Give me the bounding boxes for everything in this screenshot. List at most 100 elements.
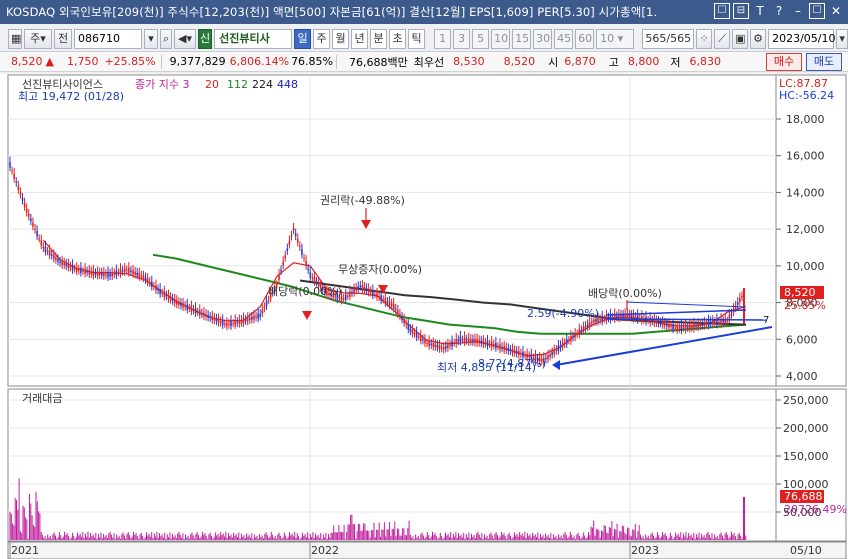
all-button[interactable]: 전 [54,28,72,49]
candle-body [688,324,691,329]
candle-body [82,270,84,272]
window-icon[interactable]: ☐ [714,3,730,19]
candle-body [161,292,164,294]
period-tick[interactable]: 틱 [408,28,426,49]
period-week[interactable]: 주 [313,28,331,49]
hc-label: HC:-56.24 [779,89,834,102]
minimize-icon[interactable]: – [790,3,806,19]
interval-30[interactable]: 30 [533,28,553,49]
price-tag: 8,520 [784,286,816,299]
candle-body [55,257,57,260]
period-menu[interactable]: 주▾ [24,28,52,49]
interval-60[interactable]: 60 [575,28,595,49]
code-input[interactable]: 086710 [74,28,142,49]
period-second[interactable]: 초 [389,28,407,49]
candle-body [286,248,289,252]
calendar-icon[interactable]: ▾ [836,28,848,49]
candle-body [497,346,499,348]
candle-body [563,342,566,345]
candle-body [194,308,197,314]
maximize-icon[interactable]: ☐ [809,3,825,19]
candle-body [198,310,201,316]
candle-body [588,322,591,327]
candle-body [392,303,395,309]
candle-body [90,271,93,275]
code-dropdown-icon[interactable]: ▾ [143,28,158,49]
period-minute[interactable]: 분 [370,28,388,49]
grid-icon[interactable]: ▦ [8,28,22,49]
search-icon[interactable]: ⌕ [159,28,172,49]
candle-body [186,304,189,310]
candle-body [244,319,247,321]
interval-1[interactable]: 1 [434,28,452,49]
candle-body [128,267,130,274]
candle-body [230,321,232,327]
candle-body [249,317,251,321]
candle-body [467,338,470,343]
candle-body [661,321,664,326]
annotation-rights: 권리락(-49.88%) [320,194,405,207]
candle-body [357,286,360,289]
candle-body [234,320,237,326]
split-icon[interactable]: ⊟ [733,3,749,19]
stock-chart[interactable]: 선진뷰티사이언스 종가 지수 3 20 112 224 448 최고 19,47… [0,74,848,559]
candle-body [628,314,631,318]
high-price: 8,800 [627,55,660,68]
candle-body [25,208,28,213]
candle-body [351,291,353,294]
candle-body [117,272,120,274]
grid-settings-icon[interactable]: ⁘ [696,28,713,49]
period-day[interactable]: 일 [294,28,312,49]
candle-body [453,342,455,344]
count-input[interactable]: 565/565 [642,28,695,49]
candle-body [438,345,441,350]
settings-icon[interactable]: ⚙ [750,28,767,49]
candle-body [205,314,207,317]
buy-button[interactable]: 매수 [766,53,802,71]
candle-body [634,316,637,318]
candle-body [572,336,574,338]
close-icon[interactable]: ✕ [828,3,844,19]
volume-tag2: 20726.49% [784,503,847,516]
candle-body [415,332,418,338]
candle-body [647,320,649,322]
interval-5[interactable]: 5 [472,28,490,49]
sell-button[interactable]: 매도 [806,53,842,71]
chart-area[interactable]: 선진뷰티사이언스 종가 지수 3 20 112 224 448 최고 19,47… [0,74,848,559]
interval-10[interactable]: 10 [491,28,511,49]
x-label-2022: 2022 [311,544,339,557]
volume: 9,377,829 [169,55,226,68]
max-label: 최고 19,472 (01/28) [18,90,124,103]
candle-body [599,318,601,321]
candle-body [369,291,372,293]
period-month[interactable]: 월 [332,28,350,49]
candle-body [190,306,193,312]
help-icon[interactable]: ? [771,3,787,19]
candle-body [311,277,314,279]
interval-45[interactable]: 45 [554,28,574,49]
candle-body [80,267,82,274]
chart-tool-icon[interactable]: ⟋ [714,28,731,49]
candle-body [451,341,453,347]
period-year[interactable]: 년 [351,28,369,49]
candle-body [551,352,553,355]
candle-body [223,323,226,325]
date-input[interactable]: 2023/05/10 [768,28,835,49]
candle-body [165,295,168,297]
candle-body [69,266,72,268]
interval-15[interactable]: 15 [512,28,532,49]
candle-body [553,349,556,354]
speaker-icon[interactable]: ◀▾ [173,28,196,49]
font-icon[interactable]: T [752,3,768,19]
save-icon[interactable]: ▣ [732,28,749,49]
interval-3[interactable]: 3 [453,28,471,49]
candle-body [630,315,633,318]
candle-body [121,270,124,272]
interval-select[interactable]: 10 ▾ [596,28,635,49]
candle-body [555,349,558,351]
candle-body [697,323,699,328]
candle-body [98,272,101,276]
candle-body [163,291,166,297]
best-sell-label: 최우선 [413,55,445,69]
candle-body [155,285,157,291]
